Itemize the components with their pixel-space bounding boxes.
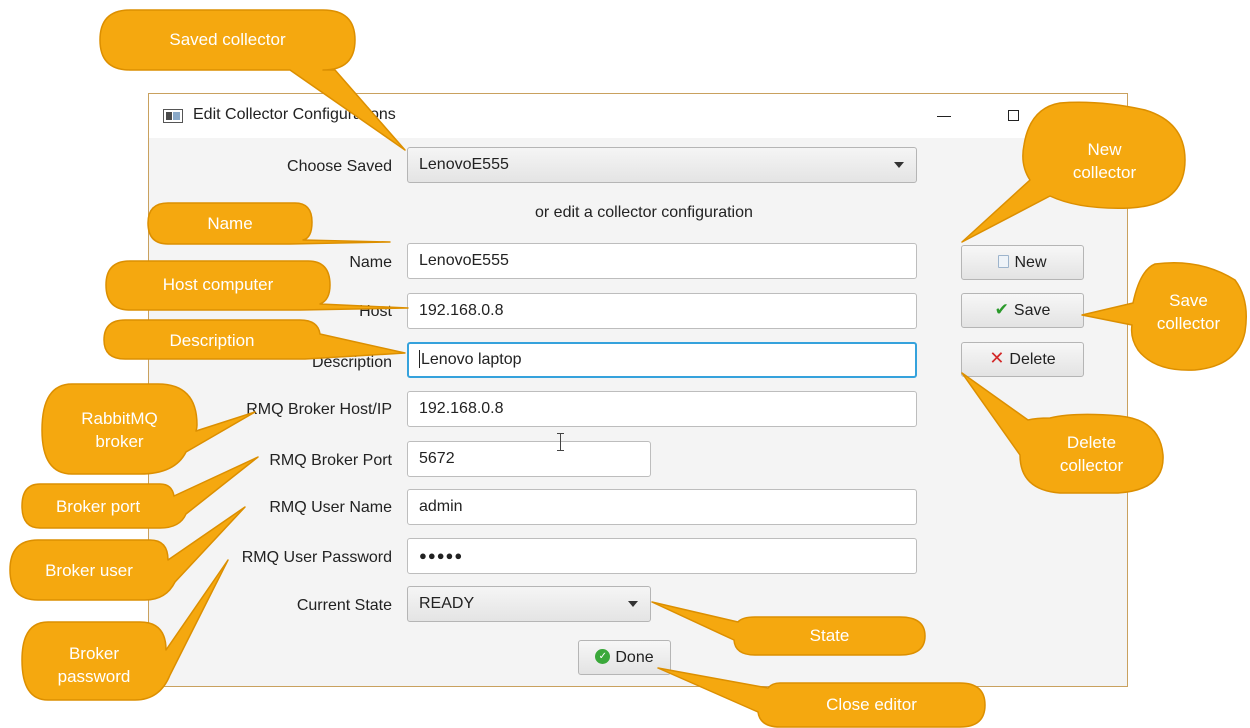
current-state-dropdown[interactable]: READY [407,586,651,622]
callout-saved-collector-text: Saved collector [169,30,286,49]
callout-broker-password-text-2: password [57,667,131,686]
user-name-value: admin [419,498,463,515]
minimize-icon[interactable] [929,102,959,130]
broker-host-value: 192.168.0.8 [419,400,504,417]
app-window-icon [163,109,183,123]
choose-saved-value: LenovoE555 [419,156,509,173]
document-icon [998,255,1010,269]
delete-button-label: Delete [1009,351,1056,368]
text-cursor-icon [556,432,565,452]
maximize-icon[interactable] [999,102,1029,130]
name-value: LenovoE555 [419,252,509,269]
callout-rabbitmq-broker-text-1: RabbitMQ [81,409,158,428]
callout-delete-collector-text-2: collector [1059,456,1124,475]
window-title: Edit Collector Configurations [193,106,396,123]
description-label: Description [311,354,392,371]
host-input[interactable]: 192.168.0.8 [407,293,917,329]
callout-state-text: State [809,626,850,645]
current-state-value: READY [419,595,475,612]
callout-new-collector-text-1: New [1087,140,1122,159]
done-button[interactable]: ✓ Done [578,640,671,675]
save-button[interactable]: ✔ Save [961,293,1084,328]
callout-delete-collector-text-1: Delete [1066,433,1117,452]
host-label: Host [359,303,392,320]
callout-name-text: Name [207,214,253,233]
choose-saved-dropdown[interactable]: LenovoE555 [407,147,917,183]
broker-port-label: RMQ Broker Port [269,452,392,469]
delete-button[interactable]: ✕ Delete [961,342,1084,377]
broker-port-input[interactable]: 5672 [407,441,651,477]
name-input[interactable]: LenovoE555 [407,243,917,279]
choose-saved-label: Choose Saved [287,158,392,175]
password-input[interactable]: ●●●●● [407,538,917,574]
chevron-down-icon [628,601,638,607]
callout-host-computer-text: Host computer [162,275,274,294]
name-label: Name [349,254,392,271]
chevron-down-icon [894,162,904,168]
broker-host-label: RMQ Broker Host/IP [246,401,392,418]
callout-broker-password-text-1: Broker [68,644,120,663]
new-button-label: New [1014,254,1047,271]
broker-host-input[interactable]: 192.168.0.8 [407,391,917,427]
password-label: RMQ User Password [241,549,392,566]
broker-port-value: 5672 [419,450,455,467]
description-input[interactable]: Lenovo laptop [407,342,917,378]
edit-collector-window: Edit Collector Configurations Choose Sav… [148,93,1128,687]
callout-close-editor-text: Close editor [826,695,917,714]
done-button-label: Done [615,649,654,666]
callout-rabbitmq-broker-text-2: broker [95,432,144,451]
text-caret [419,349,420,368]
ok-circle-icon: ✓ [595,649,611,665]
x-icon: ✕ [989,348,1005,369]
callout-description-text: Description [169,331,255,350]
password-value: ●●●●● [419,548,464,563]
checkmark-icon: ✔ [994,300,1009,320]
current-state-label: Current State [296,597,392,614]
callout-new-collector-text-2: collector [1072,163,1137,182]
callout-save-collector-text-2: collector [1156,314,1221,333]
title-bar: Edit Collector Configurations [149,94,1127,138]
callout-broker-user-text: Broker user [45,561,133,580]
user-name-label: RMQ User Name [269,499,392,516]
new-button[interactable]: New [961,245,1084,280]
save-button-label: Save [1013,302,1051,319]
description-value: Lenovo laptop [421,351,522,368]
callout-broker-port-text: Broker port [55,497,141,516]
host-value: 192.168.0.8 [419,302,504,319]
or-edit-text: or edit a collector configuration [535,204,753,221]
user-name-input[interactable]: admin [407,489,917,525]
callout-save-collector-text-1: Save [1169,291,1208,310]
